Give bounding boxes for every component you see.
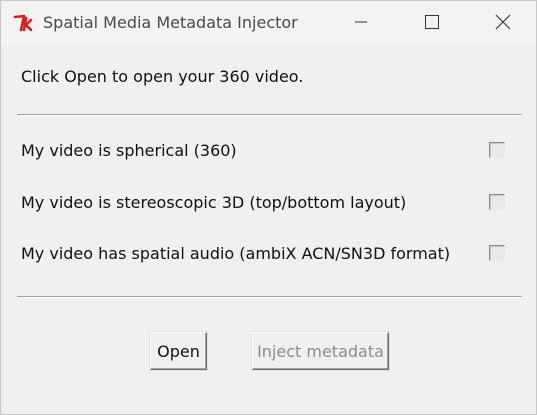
title-bar[interactable]: Spatial Media Metadata Injector: [1, 1, 536, 46]
minimize-button[interactable]: [338, 1, 384, 46]
spatial-audio-label: My video has spatial audio (ambiX ACN/SN…: [21, 244, 451, 263]
top-separator: [17, 114, 522, 116]
maximize-icon: [425, 14, 439, 33]
tk-icon: [13, 13, 35, 35]
stereoscopic-checkbox[interactable]: [489, 194, 505, 210]
stereoscopic-label: My video is stereoscopic 3D (top/bottom …: [21, 193, 407, 212]
spherical-label: My video is spherical (360): [21, 141, 237, 160]
close-button[interactable]: [480, 1, 526, 46]
minimize-icon: [354, 14, 368, 33]
inject-metadata-button[interactable]: Inject metadata: [252, 332, 389, 370]
spatial-audio-checkbox[interactable]: [489, 245, 505, 261]
maximize-button[interactable]: [409, 1, 455, 46]
instruction-text: Click Open to open your 360 video.: [21, 67, 304, 86]
spherical-checkbox[interactable]: [489, 142, 505, 158]
close-icon: [495, 14, 511, 34]
window-title: Spatial Media Metadata Injector: [43, 13, 298, 32]
bottom-separator: [17, 296, 522, 298]
open-button[interactable]: Open: [150, 332, 207, 370]
app-window: Spatial Media Metadata Injector Click Op…: [0, 0, 537, 415]
